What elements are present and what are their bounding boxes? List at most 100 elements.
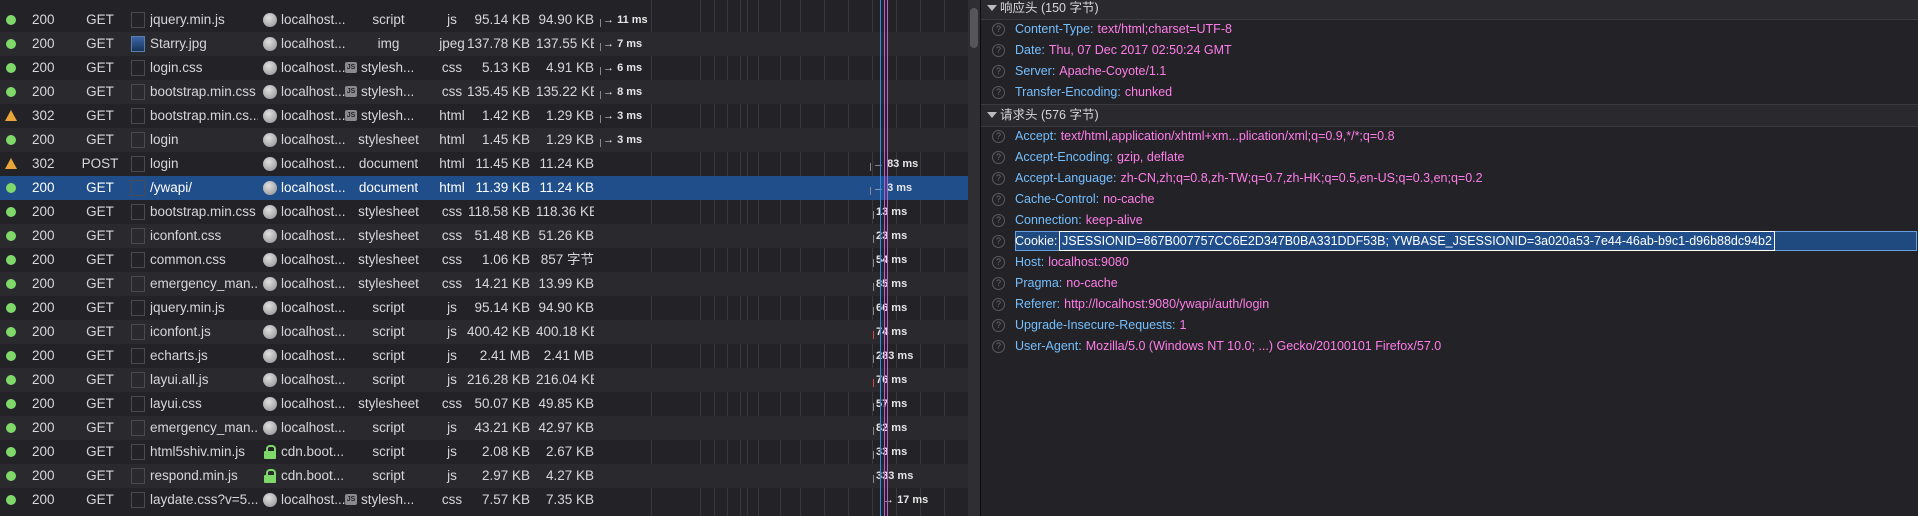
- request-file[interactable]: html5shiv.min.js: [150, 440, 258, 464]
- response-headers-header[interactable]: 响应头 (150 字节): [981, 0, 1918, 20]
- globe-icon: [263, 229, 277, 243]
- header-row[interactable]: ? Cache-Control: no-cache: [981, 189, 1918, 210]
- request-file[interactable]: laydate.css?v=5....: [150, 488, 258, 512]
- header-name: Date: Thu, 07 Dec 2017 02:50:24 GMT: [1015, 40, 1232, 61]
- request-file[interactable]: layui.all.js: [150, 368, 258, 392]
- request-file[interactable]: Starry.jpg: [150, 32, 258, 56]
- request-method: GET: [86, 396, 114, 411]
- header-row[interactable]: ? Transfer-Encoding: chunked: [981, 82, 1918, 103]
- waterfall-bar: [873, 379, 874, 387]
- waterfall-time: → 3 ms: [603, 104, 642, 128]
- request-file[interactable]: /ywapi/: [150, 176, 258, 200]
- file-icon: [131, 420, 145, 436]
- request-method: GET: [86, 444, 114, 459]
- request-row[interactable]: 200 GET common.css localhost... stylesheet cs…: [0, 248, 980, 272]
- request-row[interactable]: 200 GET jquery.min.js localhost... script js 9…: [0, 8, 980, 32]
- header-row[interactable]: ? Content-Type: text/html;charset=UTF-8: [981, 19, 1918, 40]
- header-name-text: Accept-Language:: [1015, 171, 1117, 185]
- request-row[interactable]: 200 GET bootstrap.min.css localhost... JS sty…: [0, 80, 980, 104]
- header-row[interactable]: ? Accept: text/html,application/xhtml+xm..…: [981, 126, 1918, 147]
- request-file[interactable]: emergency_man...: [150, 272, 258, 296]
- request-row[interactable]: 200 GET emergency_man... localhost... script…: [0, 416, 980, 440]
- request-row[interactable]: 200 GET layui.css localhost... stylesheet css…: [0, 392, 980, 416]
- help-icon[interactable]: ?: [992, 151, 1005, 164]
- header-row[interactable]: ? Accept-Language: zh-CN,zh;q=0.8,zh-TW;q=…: [981, 168, 1918, 189]
- request-file[interactable]: respond.min.js: [150, 464, 258, 488]
- request-file[interactable]: login.css: [150, 56, 258, 80]
- header-row[interactable]: ? Server: Apache-Coyote/1.1: [981, 61, 1918, 82]
- request-row[interactable]: 200 GET jquery.min.js localhost... script js 9…: [0, 296, 980, 320]
- header-row[interactable]: ? User-Agent: Mozilla/5.0 (Windows NT 10.0…: [981, 336, 1918, 357]
- header-value-editing[interactable]: JSESSIONID=867B007757CC6E2D347B0BA331DDF…: [1059, 231, 1775, 251]
- help-icon[interactable]: ?: [992, 256, 1005, 269]
- request-row[interactable]: 200 GET laydate.css?v=5.... localhost... JS s…: [0, 488, 980, 512]
- request-file[interactable]: jquery.min.js: [150, 296, 258, 320]
- request-row[interactable]: 302 GET bootstrap.min.cs... localhost... JS s…: [0, 104, 980, 128]
- request-method: GET: [86, 324, 114, 339]
- scrollbar[interactable]: [968, 0, 980, 516]
- request-domain: localhost...: [281, 276, 345, 291]
- request-method: GET: [86, 300, 114, 315]
- request-row[interactable]: 302 POST login localhost... document html 11.4…: [0, 152, 980, 176]
- request-size: 11.24 KB: [539, 156, 594, 171]
- request-row[interactable]: 200 GET emergency_man... localhost... styles…: [0, 272, 980, 296]
- header-row[interactable]: ? Cookie: JSESSIONID=867B007757CC6E2D347B0…: [981, 231, 1918, 252]
- header-row[interactable]: ? Upgrade-Insecure-Requests: 1: [981, 315, 1918, 336]
- request-row[interactable]: 200 GET layui.all.js localhost... script js 21…: [0, 368, 980, 392]
- request-file[interactable]: emergency_man...: [150, 416, 258, 440]
- timing-arrow: →: [603, 86, 618, 98]
- status-ok-icon: [6, 279, 16, 289]
- request-file[interactable]: login: [150, 152, 258, 176]
- headers-panel: 响应头 (150 字节)? Content-Type: text/html;char…: [981, 0, 1918, 516]
- header-row[interactable]: ? Referer: http://localhost:9080/ywapi/aut…: [981, 294, 1918, 315]
- request-file[interactable]: bootstrap.min.cs...: [150, 104, 258, 128]
- header-row[interactable]: ? Date: Thu, 07 Dec 2017 02:50:24 GMT: [981, 40, 1918, 61]
- request-row[interactable]: 200 GET echarts.js localhost... script js 2.41…: [0, 344, 980, 368]
- request-file[interactable]: bootstrap.min.css: [150, 80, 258, 104]
- request-row[interactable]: 200 GET login.css localhost... JS stylesh... c…: [0, 56, 980, 80]
- help-icon[interactable]: ?: [992, 172, 1005, 185]
- image-thumbnail-icon: [131, 36, 145, 52]
- request-file[interactable]: iconfont.css: [150, 224, 258, 248]
- timing-value: 6 ms: [617, 62, 643, 74]
- help-icon[interactable]: ?: [992, 23, 1005, 36]
- request-row[interactable]: 200 GET Starry.jpg localhost... img jpeg 137.7…: [0, 32, 980, 56]
- request-file[interactable]: common.css: [150, 248, 258, 272]
- header-row[interactable]: ? Pragma: no-cache: [981, 273, 1918, 294]
- scrollbar-thumb[interactable]: [970, 8, 978, 48]
- request-row[interactable]: 200 GET/ywapi/localhost... document html 11.…: [0, 176, 980, 200]
- request-row[interactable]: 200 GET html5shiv.min.js cdn.boot... script j…: [0, 440, 980, 464]
- help-icon[interactable]: ?: [992, 86, 1005, 99]
- waterfall-bar: [873, 451, 874, 459]
- file-icon: [131, 324, 145, 340]
- help-icon[interactable]: ?: [992, 65, 1005, 78]
- request-domain: localhost...: [281, 12, 345, 27]
- help-icon[interactable]: ?: [992, 277, 1005, 290]
- request-row[interactable]: 200 GET iconfont.js localhost... script js 400…: [0, 320, 980, 344]
- request-domain: localhost...: [281, 324, 345, 339]
- help-icon[interactable]: ?: [992, 298, 1005, 311]
- request-file[interactable]: jquery.min.js: [150, 8, 258, 32]
- request-row[interactable]: 200 GET login localhost... stylesheet html 1.4…: [0, 128, 980, 152]
- request-file[interactable]: bootstrap.min.css: [150, 200, 258, 224]
- request-transferred: 1.06 KB: [481, 252, 530, 267]
- header-row[interactable]: ? Connection: keep-alive: [981, 210, 1918, 231]
- help-icon[interactable]: ?: [992, 319, 1005, 332]
- request-row[interactable]: 200 GET respond.min.js cdn.boot... script js 2…: [0, 464, 980, 488]
- header-row[interactable]: ? Host: localhost:9080: [981, 252, 1918, 273]
- request-row[interactable]: 200 GET iconfont.css localhost... stylesheet…: [0, 224, 980, 248]
- help-icon[interactable]: ?: [992, 130, 1005, 143]
- request-file[interactable]: layui.css: [150, 392, 258, 416]
- request-row[interactable]: 200 GET bootstrap.min.css localhost... style…: [0, 200, 980, 224]
- help-icon[interactable]: ?: [992, 214, 1005, 227]
- help-icon[interactable]: ?: [992, 44, 1005, 57]
- help-icon[interactable]: ?: [992, 235, 1005, 248]
- help-icon[interactable]: ?: [992, 340, 1005, 353]
- request-file[interactable]: iconfont.js: [150, 320, 258, 344]
- request-file[interactable]: login: [150, 128, 258, 152]
- globe-icon: [263, 85, 277, 99]
- help-icon[interactable]: ?: [992, 193, 1005, 206]
- request-file[interactable]: echarts.js: [150, 344, 258, 368]
- header-row[interactable]: ? Accept-Encoding: gzip, deflate: [981, 147, 1918, 168]
- request-headers-header[interactable]: 请求头 (576 字节): [981, 104, 1918, 127]
